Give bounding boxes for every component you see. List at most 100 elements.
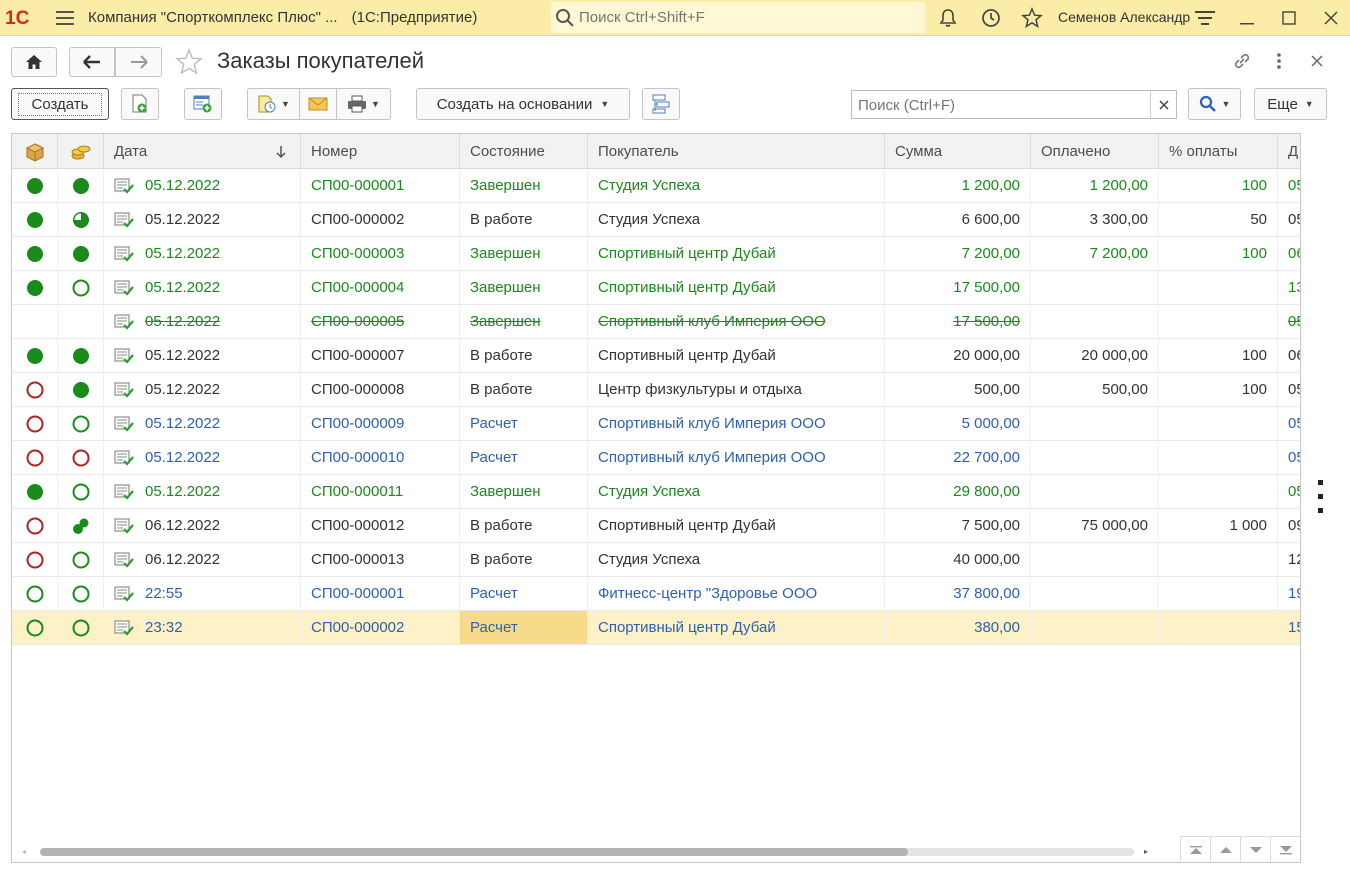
cell-num[interactable]: СП00-000004	[301, 271, 460, 304]
table-row[interactable]: 06.12.2022 СП00-000013 В работе Студия Успе…	[12, 543, 1300, 577]
create-button[interactable]: Создать	[11, 88, 109, 120]
cell-paid[interactable]	[1031, 577, 1159, 610]
more-vertical-icon[interactable]	[1265, 47, 1293, 75]
horizontal-scrollbar[interactable]: ◂ ▸	[12, 840, 1177, 862]
cell-paid[interactable]: 20 000,00	[1031, 339, 1159, 372]
cell-buyer[interactable]: Спортивный клуб Империя ООО	[588, 441, 885, 474]
cell-date[interactable]: 05.12.2022	[104, 475, 301, 508]
cell-sum[interactable]: 22 700,00	[885, 441, 1031, 474]
go-last-icon[interactable]	[1270, 837, 1300, 862]
cell-paid[interactable]	[1031, 611, 1159, 644]
user-name[interactable]: Семенов Александр	[1058, 9, 1190, 25]
cell-pct[interactable]	[1159, 441, 1278, 474]
cell-buyer[interactable]: Спортивный клуб Империя ООО	[588, 305, 885, 338]
cell-paid[interactable]: 7 200,00	[1031, 237, 1159, 270]
cell-paid[interactable]: 3 300,00	[1031, 203, 1159, 236]
cell-state[interactable]: Завершен	[460, 305, 588, 338]
create-based-on-button[interactable]: Создать на основании ▼	[416, 88, 630, 120]
cell-state[interactable]: Завершен	[460, 169, 588, 202]
cell-date[interactable]: 05.12.2022	[104, 237, 301, 270]
cell-buyer[interactable]: Спортивный центр Дубай	[588, 611, 885, 644]
cell-sum[interactable]: 7 200,00	[885, 237, 1031, 270]
structure-button[interactable]	[642, 88, 680, 120]
cell-date[interactable]: 06.12.2022	[104, 543, 301, 576]
table-row[interactable]: 05.12.2022 СП00-000009 Расчет Спортивный кл…	[12, 407, 1300, 441]
cell-sum[interactable]: 7 500,00	[885, 509, 1031, 542]
cell-d[interactable]: 05	[1278, 305, 1300, 338]
cell-num[interactable]: СП00-000001	[301, 577, 460, 610]
email-button[interactable]	[299, 88, 337, 120]
column-number[interactable]: Номер	[301, 134, 460, 169]
cell-paid[interactable]	[1031, 441, 1159, 474]
cell-state[interactable]: Завершен	[460, 271, 588, 304]
cell-date[interactable]: 22:55	[104, 577, 301, 610]
cell-state[interactable]: В работе	[460, 339, 588, 372]
table-row[interactable]: 22:55 СП00-000001 Расчет Фитнесс-центр "Здо…	[12, 577, 1300, 611]
cell-date[interactable]: 23:32	[104, 611, 301, 644]
cell-paid[interactable]: 1 200,00	[1031, 169, 1159, 202]
logo-1c-icon[interactable]: 1C	[0, 0, 48, 36]
cell-state[interactable]: В работе	[460, 373, 588, 406]
table-row[interactable]: 05.12.2022 СП00-000001 Завершен Студия Успе…	[12, 169, 1300, 203]
cell-state[interactable]: Завершен	[460, 475, 588, 508]
column-paid-percent[interactable]: % оплаты	[1159, 134, 1278, 169]
cell-sum[interactable]: 17 500,00	[885, 271, 1031, 304]
global-search[interactable]	[551, 2, 925, 33]
table-row[interactable]: 05.12.2022 СП00-000002 В работе Студия Успе…	[12, 203, 1300, 237]
clear-search-icon[interactable]	[1150, 91, 1176, 118]
cell-sum[interactable]: 6 600,00	[885, 203, 1031, 236]
add-to-group-button[interactable]	[184, 88, 222, 120]
list-search[interactable]	[851, 90, 1177, 119]
copy-button[interactable]	[121, 88, 159, 120]
cell-pct[interactable]	[1159, 577, 1278, 610]
close-form-icon[interactable]	[1303, 47, 1331, 75]
cell-num[interactable]: СП00-000007	[301, 339, 460, 372]
cell-sum[interactable]: 40 000,00	[885, 543, 1031, 576]
cell-paid[interactable]	[1031, 543, 1159, 576]
cell-num[interactable]: СП00-000002	[301, 203, 460, 236]
print-menu-button[interactable]: ▼	[336, 88, 391, 120]
column-state[interactable]: Состояние	[460, 134, 588, 169]
cell-pct[interactable]: 100	[1159, 339, 1278, 372]
table-row[interactable]: 05.12.2022 СП00-000004 Завершен Спортивный …	[12, 271, 1300, 305]
cell-date[interactable]: 05.12.2022	[104, 271, 301, 304]
cell-state[interactable]: В работе	[460, 543, 588, 576]
cell-pct[interactable]	[1159, 611, 1278, 644]
cell-paid[interactable]	[1031, 407, 1159, 440]
cell-state[interactable]: В работе	[460, 509, 588, 542]
cell-date[interactable]: 05.12.2022	[104, 169, 301, 202]
cell-state[interactable]: В работе	[460, 203, 588, 236]
minimize-icon[interactable]	[1233, 4, 1261, 32]
cell-paid[interactable]: 75 000,00	[1031, 509, 1159, 542]
cell-state[interactable]: Расчет	[460, 611, 588, 644]
more-vertical-icon[interactable]	[1318, 480, 1324, 516]
table-row[interactable]: 05.12.2022 СП00-000011 Завершен Студия Успе…	[12, 475, 1300, 509]
cell-paid[interactable]	[1031, 271, 1159, 304]
cell-num[interactable]: СП00-000012	[301, 509, 460, 542]
cell-state[interactable]: Завершен	[460, 237, 588, 270]
cell-paid[interactable]	[1031, 305, 1159, 338]
cell-num[interactable]: СП00-000003	[301, 237, 460, 270]
cell-date[interactable]: 05.12.2022	[104, 441, 301, 474]
cell-pct[interactable]: 1 000	[1159, 509, 1278, 542]
cell-sum[interactable]: 1 200,00	[885, 169, 1031, 202]
column-paid[interactable]: Оплачено	[1031, 134, 1159, 169]
cell-state[interactable]: Расчет	[460, 577, 588, 610]
cell-buyer[interactable]: Спортивный центр Дубай	[588, 271, 885, 304]
cell-d[interactable]: 12	[1278, 543, 1300, 576]
search-options-button[interactable]: ▼	[1188, 88, 1241, 120]
table-row[interactable]: 05.12.2022 СП00-000007 В работе Спортивный …	[12, 339, 1300, 373]
cell-buyer[interactable]: Спортивный клуб Империя ООО	[588, 407, 885, 440]
cell-d[interactable]: 13	[1278, 271, 1300, 304]
cell-d[interactable]: 05	[1278, 407, 1300, 440]
cell-pct[interactable]	[1159, 543, 1278, 576]
cell-num[interactable]: СП00-000011	[301, 475, 460, 508]
cell-num[interactable]: СП00-000002	[301, 611, 460, 644]
cell-paid[interactable]	[1031, 475, 1159, 508]
cell-pct[interactable]	[1159, 271, 1278, 304]
cell-num[interactable]: СП00-000013	[301, 543, 460, 576]
cell-buyer[interactable]: Студия Успеха	[588, 475, 885, 508]
cell-d[interactable]: 05	[1278, 475, 1300, 508]
cell-sum[interactable]: 500,00	[885, 373, 1031, 406]
link-icon[interactable]	[1228, 47, 1256, 75]
